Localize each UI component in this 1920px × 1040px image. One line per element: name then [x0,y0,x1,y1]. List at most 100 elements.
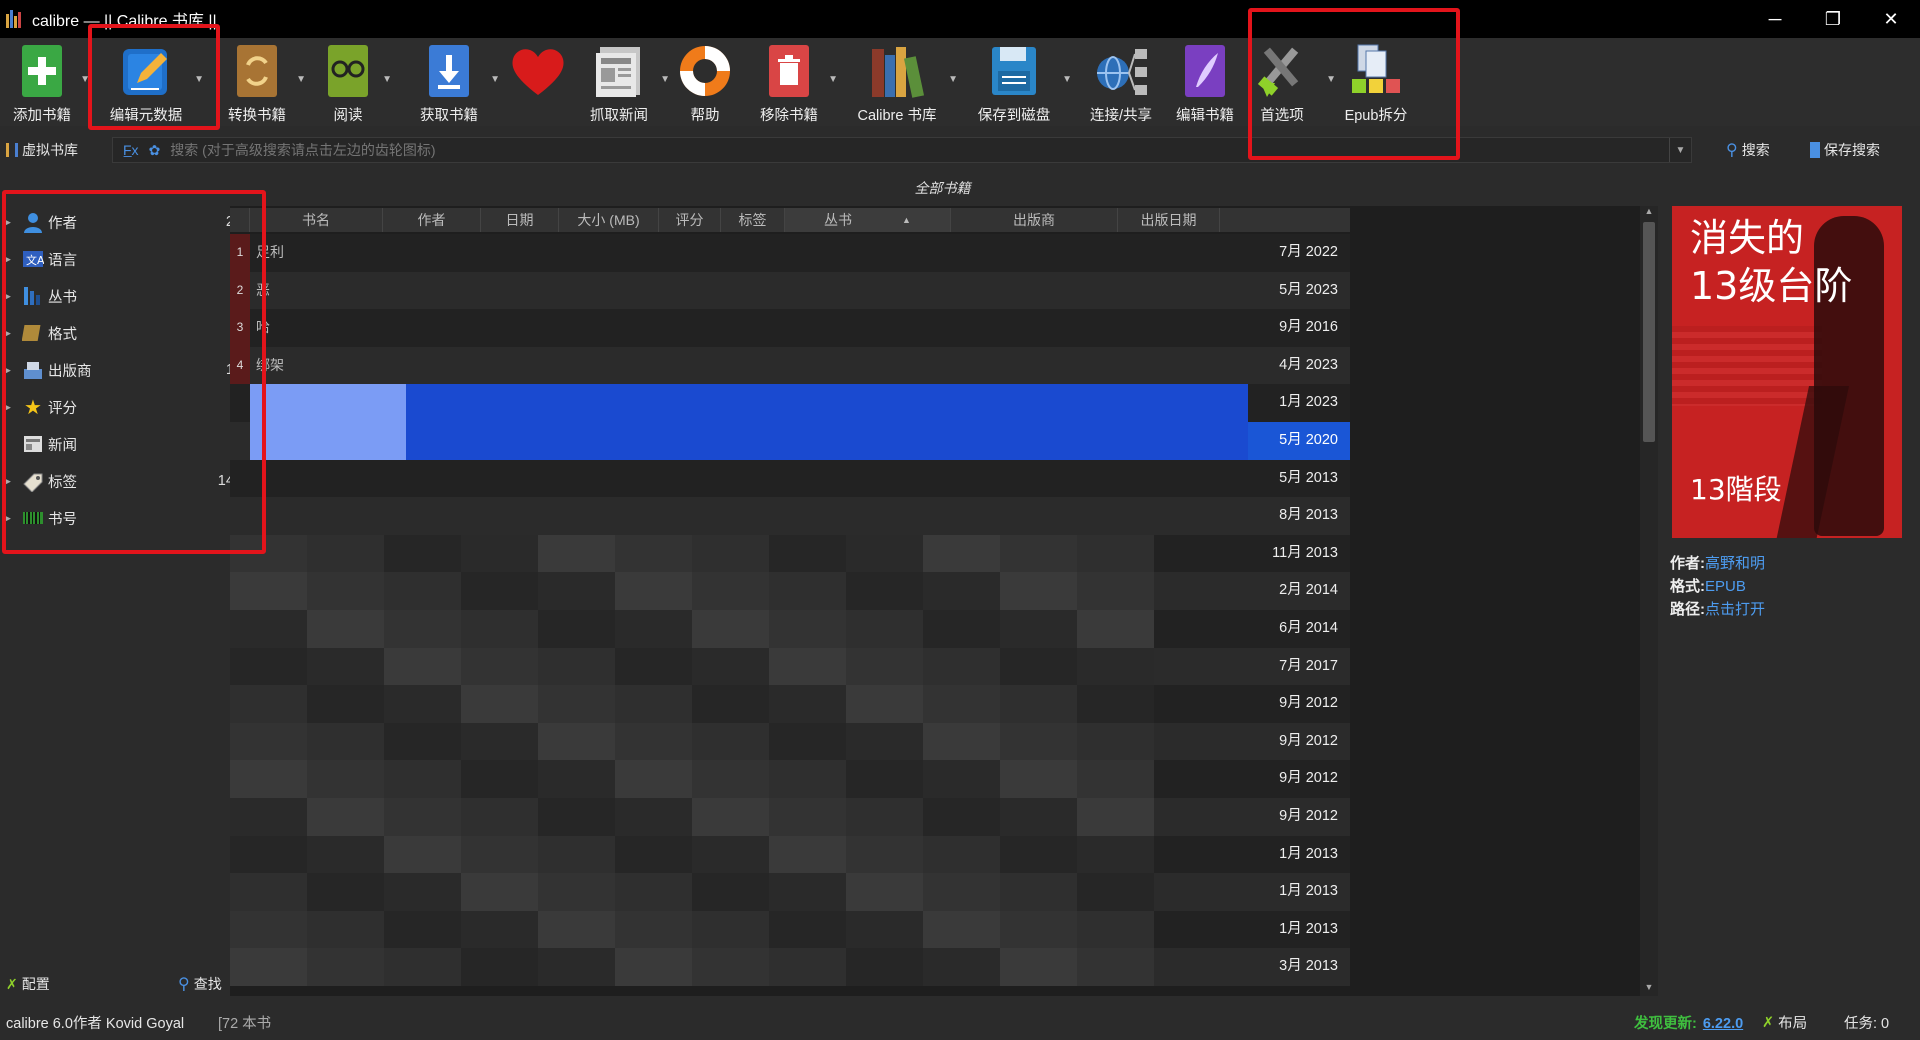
table-row[interactable]: 11月 2013 [230,534,1350,573]
tag-browser-item-rating[interactable]: ▶★评分1 [0,391,250,423]
search-input[interactable] [170,142,1571,158]
redacted-cell [538,948,615,986]
update-version-link[interactable]: 6.22.0 [1703,1016,1743,1032]
table-row[interactable]: 7月 2017 [230,647,1350,686]
virtual-library-button[interactable]: 虚拟书库 [6,140,78,160]
book-list-scrollbar[interactable]: ▲ ▼ [1640,206,1658,996]
tag-browser-item-identifiers[interactable]: ▶书号5 [0,502,250,534]
preferences-button[interactable]: 首选项 ▼ [1252,38,1336,126]
table-row[interactable]: 9月 2012 [230,760,1350,798]
add-book-icon [22,45,62,97]
remove-books-dropdown-arrow[interactable]: ▼ [828,74,838,85]
edit-metadata-button[interactable]: 编辑元数据 ▼ [106,38,204,126]
read-button[interactable]: 阅读 ▼ [320,38,392,126]
magnifier-icon: ⚲ [178,976,190,993]
tag-browser-item-series[interactable]: ▶丛书7 [0,280,250,312]
jobs-indicator[interactable]: 任务: 0 [1844,1012,1889,1033]
table-row[interactable]: 2 恶 5月 2023 [230,271,1350,310]
add-books-dropdown-arrow[interactable]: ▼ [80,74,90,85]
tag-browser-item-news[interactable]: 新闻0 [0,428,250,460]
table-row[interactable]: 1月 2013 [230,835,1350,874]
tag-browser-item-authors[interactable]: ▶作者24 [0,206,250,238]
column-header-tags[interactable]: 标签 [721,208,785,232]
table-row[interactable]: 4 绑架 4月 2023 [230,346,1350,385]
tag-browser-item-languages[interactable]: ▶文A语言1 [0,243,250,275]
table-row[interactable]: 9月 2012 [230,798,1350,836]
table-row[interactable]: 5月 2013 [230,459,1350,498]
close-button[interactable]: ✕ [1862,0,1920,38]
preferences-dropdown-arrow[interactable]: ▼ [1326,74,1336,85]
get-books-button[interactable]: 获取书籍 ▼ [414,38,500,126]
epub-split-button[interactable]: Epub拆分 [1338,38,1414,126]
scrollbar-thumb[interactable] [1643,222,1655,442]
column-header-pubdate[interactable]: 出版日期 [1118,208,1220,232]
find-button[interactable]: ⚲ 查找 [178,974,222,994]
table-row[interactable]: 6月 2014 [230,610,1350,648]
expand-arrow-icon[interactable]: ▶ [4,402,14,413]
expand-arrow-icon[interactable]: ▶ [4,365,14,376]
expand-arrow-icon[interactable]: ▶ [4,476,14,487]
convert-books-button[interactable]: 转换书籍 ▼ [224,38,306,126]
tag-browser-item-tags[interactable]: ▶标签140 [0,465,250,497]
tag-browser-item-formats[interactable]: ▶格式2 [0,317,250,349]
convert-books-dropdown-arrow[interactable]: ▼ [296,74,306,85]
edit-book-button[interactable]: 编辑书籍 [1172,38,1238,126]
expand-arrow-icon[interactable]: ▶ [4,254,14,265]
expand-arrow-icon[interactable]: ▶ [4,291,14,302]
book-list[interactable]: 书名 作者 日期 大小 (MB) 评分 标签 丛书 ▲ 出版商 出版日期 1 足利 7… [230,206,1640,996]
edit-metadata-dropdown-arrow[interactable]: ▼ [194,74,204,85]
layout-button[interactable]: ✗ 布局 [1762,1012,1807,1033]
gear-icon[interactable]: ✿ [149,142,161,159]
scroll-up-arrow[interactable]: ▲ [1640,206,1658,220]
save-to-disk-button[interactable]: 保存到磁盘 ▼ [972,38,1072,126]
table-row[interactable]: 1 足利 7月 2022 [230,234,1350,272]
table-row[interactable]: 3 哈 9月 2016 [230,309,1350,347]
read-dropdown-arrow[interactable]: ▼ [382,74,392,85]
help-button[interactable]: 帮助 [676,38,734,126]
table-row[interactable]: 5月 2020 [230,422,1350,460]
save-to-disk-dropdown-arrow[interactable]: ▼ [1062,74,1072,85]
scroll-down-arrow[interactable]: ▼ [1640,982,1658,996]
path-link[interactable]: 点击打开 [1705,601,1765,618]
column-header-title[interactable]: 书名 [250,208,383,232]
table-row[interactable]: 3月 2013 [230,948,1350,986]
format-link[interactable]: EPUB [1705,578,1746,595]
maximize-button[interactable]: ❐ [1804,0,1862,38]
author-link[interactable]: 高野和明 [1705,555,1765,572]
connect-share-button[interactable]: 连接/共享 [1086,38,1156,126]
save-search-button[interactable]: 保存搜索 [1810,140,1880,160]
fetch-news-button[interactable]: 抓取新闻 ▼ [584,38,670,126]
table-row[interactable]: 2月 2014 [230,572,1350,610]
table-row[interactable]: 1月 2023 [230,384,1350,422]
get-books-dropdown-arrow[interactable]: ▼ [490,74,500,85]
tag-browser-item-publishers[interactable]: ▶出版商10 [0,354,250,386]
column-header-publisher[interactable]: 出版商 [951,208,1118,232]
table-row[interactable]: 9月 2012 [230,722,1350,761]
table-row[interactable]: 8月 2013 [230,497,1350,535]
donate-button[interactable] [506,38,570,126]
expand-arrow-icon[interactable]: ▶ [4,217,14,228]
calibre-library-dropdown-arrow[interactable]: ▼ [948,74,958,85]
search-button[interactable]: ⚲ 搜索 [1726,140,1770,160]
fetch-news-dropdown-arrow[interactable]: ▼ [660,74,670,85]
table-row[interactable]: 9月 2012 [230,685,1350,723]
configure-button[interactable]: ✗ 配置 [6,974,50,994]
column-header-authors[interactable]: 作者 [383,208,481,232]
version-text: calibre 6.0作者 Kovid Goyal [6,1016,185,1032]
table-row[interactable]: 1月 2013 [230,873,1350,911]
minimize-button[interactable]: ─ [1746,0,1804,38]
search-highlight-toggle-icon[interactable]: F̲x [123,142,139,158]
expand-arrow-icon[interactable]: ▶ [4,513,14,524]
column-header-date[interactable]: 日期 [481,208,559,232]
table-row[interactable]: 1月 2013 [230,910,1350,949]
book-cover[interactable]: 消失的 13级台阶 13階段 [1672,206,1902,538]
column-header-series[interactable]: 丛书 ▲ [785,208,951,232]
expand-arrow-icon[interactable]: ▶ [4,328,14,339]
column-header-rating[interactable]: 评分 [659,208,721,232]
add-books-button[interactable]: 添加书籍 ▼ [10,38,90,126]
column-header-size[interactable]: 大小 (MB) [559,208,659,232]
search-history-dropdown[interactable]: ▼ [1669,138,1691,162]
calibre-library-button[interactable]: Calibre 书库 ▼ [852,38,958,126]
search-box[interactable]: F̲x ✿ ▼ [112,137,1692,163]
remove-books-button[interactable]: 移除书籍 ▼ [756,38,838,126]
